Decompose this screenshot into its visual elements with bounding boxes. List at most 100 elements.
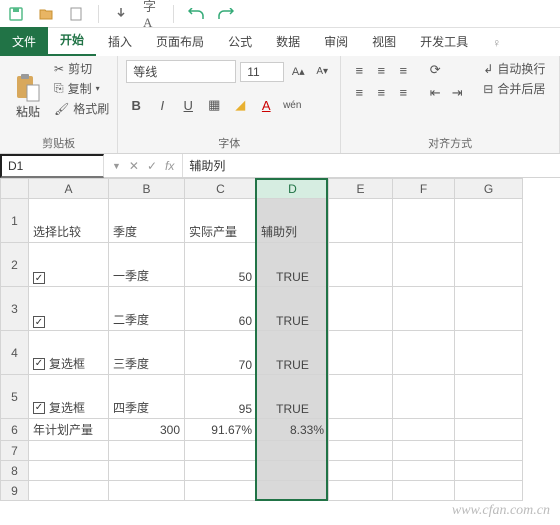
cell-B7[interactable] [109,441,185,461]
cell-C2[interactable]: 50 [185,243,257,287]
cell-F9[interactable] [393,481,455,501]
tab-insert[interactable]: 插入 [96,27,144,56]
increase-indent-icon[interactable]: ⇥ [447,83,467,103]
tab-view[interactable]: 视图 [360,27,408,56]
col-header-G[interactable]: G [455,179,523,199]
border-button[interactable]: ▦ [204,95,224,115]
cell-C3[interactable]: 60 [185,287,257,331]
cell-B6[interactable]: 300 [109,419,185,441]
cell-D2[interactable]: TRUE [257,243,329,287]
wrap-text-button[interactable]: ↲自动换行 [483,60,545,77]
cell-D7[interactable] [257,441,329,461]
checkbox-control[interactable]: ✓ [33,316,45,328]
row-header-2[interactable]: 2 [1,243,29,287]
cell-G5[interactable] [455,375,523,419]
col-header-C[interactable]: C [185,179,257,199]
row-header-1[interactable]: 1 [1,199,29,243]
cell-C8[interactable] [185,461,257,481]
quick-print-icon[interactable]: 字A [143,6,159,22]
cell-C4[interactable]: 70 [185,331,257,375]
cell-A5[interactable]: ✓复选框 [29,375,109,419]
cell-B1[interactable]: 季度 [109,199,185,243]
redo-icon[interactable] [218,6,234,22]
copy-button[interactable]: ⎘复制▾ [54,80,109,97]
row-header-6[interactable]: 6 [1,419,29,441]
cell-G3[interactable] [455,287,523,331]
row-header-5[interactable]: 5 [1,375,29,419]
cell-B4[interactable]: 三季度 [109,331,185,375]
cell-B5[interactable]: 四季度 [109,375,185,419]
cell-B9[interactable] [109,481,185,501]
tab-file[interactable]: 文件 [0,27,48,56]
cell-G9[interactable] [455,481,523,501]
dropdown-icon[interactable]: ▼ [112,161,121,171]
cell-G1[interactable] [455,199,523,243]
col-header-A[interactable]: A [29,179,109,199]
cell-C6[interactable]: 91.67% [185,419,257,441]
cell-E9[interactable] [329,481,393,501]
cell-E1[interactable] [329,199,393,243]
align-bottom-icon[interactable]: ≡ [393,60,413,80]
phonetic-button[interactable]: wén [282,95,302,115]
col-header-F[interactable]: F [393,179,455,199]
cancel-icon[interactable]: ✕ [129,159,139,173]
merge-center-button[interactable]: ⊟合并后居 [483,80,545,97]
save-icon[interactable] [8,6,24,22]
cell-B2[interactable]: 一季度 [109,243,185,287]
cut-button[interactable]: ✂剪切 [54,60,109,77]
tab-developer[interactable]: 开发工具 [408,27,480,56]
tab-page-layout[interactable]: 页面布局 [144,27,216,56]
cell-G4[interactable] [455,331,523,375]
cell-G8[interactable] [455,461,523,481]
cell-F5[interactable] [393,375,455,419]
cell-A4[interactable]: ✓复选框 [29,331,109,375]
cell-A1[interactable]: 选择比较 [29,199,109,243]
cell-C9[interactable] [185,481,257,501]
align-left-icon[interactable]: ≡ [349,82,369,102]
tab-formulas[interactable]: 公式 [216,27,264,56]
tab-review[interactable]: 审阅 [312,27,360,56]
underline-button[interactable]: U [178,95,198,115]
row-header-8[interactable]: 8 [1,461,29,481]
select-all-corner[interactable] [1,179,29,199]
cell-E8[interactable] [329,461,393,481]
align-top-icon[interactable]: ≡ [349,60,369,80]
orientation-icon[interactable]: ⟳ [425,60,445,80]
font-name-select[interactable]: 等线 [126,60,236,83]
cell-E6[interactable] [329,419,393,441]
cell-A3[interactable]: ✓ [29,287,109,331]
cell-C7[interactable] [185,441,257,461]
cell-E3[interactable] [329,287,393,331]
row-header-4[interactable]: 4 [1,331,29,375]
open-icon[interactable] [38,6,54,22]
checkbox-control[interactable]: ✓复选框 [33,399,85,416]
cell-A2[interactable]: ✓ [29,243,109,287]
font-size-select[interactable]: 11 [240,62,284,82]
cell-E4[interactable] [329,331,393,375]
cell-C1[interactable]: 实际产量 [185,199,257,243]
row-header-9[interactable]: 9 [1,481,29,501]
cell-F2[interactable] [393,243,455,287]
align-right-icon[interactable]: ≡ [393,82,413,102]
row-header-7[interactable]: 7 [1,441,29,461]
align-center-icon[interactable]: ≡ [371,82,391,102]
tab-data[interactable]: 数据 [264,27,312,56]
cell-D3[interactable]: TRUE [257,287,329,331]
cell-F6[interactable] [393,419,455,441]
cell-F1[interactable] [393,199,455,243]
cell-D9[interactable] [257,481,329,501]
fill-color-button[interactable]: ◢ [230,95,250,115]
cell-D8[interactable] [257,461,329,481]
name-box[interactable] [0,154,104,178]
checkbox-control[interactable]: ✓复选框 [33,355,85,372]
col-header-B[interactable]: B [109,179,185,199]
cell-F7[interactable] [393,441,455,461]
formula-bar[interactable]: 辅助列 [182,154,560,177]
cell-D6[interactable]: 8.33% [257,419,329,441]
cell-G2[interactable] [455,243,523,287]
tab-tell-me[interactable]: ♀ [480,30,513,56]
cell-D1[interactable]: 辅助列 [257,199,329,243]
tab-home[interactable]: 开始 [48,25,96,56]
cell-A8[interactable] [29,461,109,481]
cell-F8[interactable] [393,461,455,481]
